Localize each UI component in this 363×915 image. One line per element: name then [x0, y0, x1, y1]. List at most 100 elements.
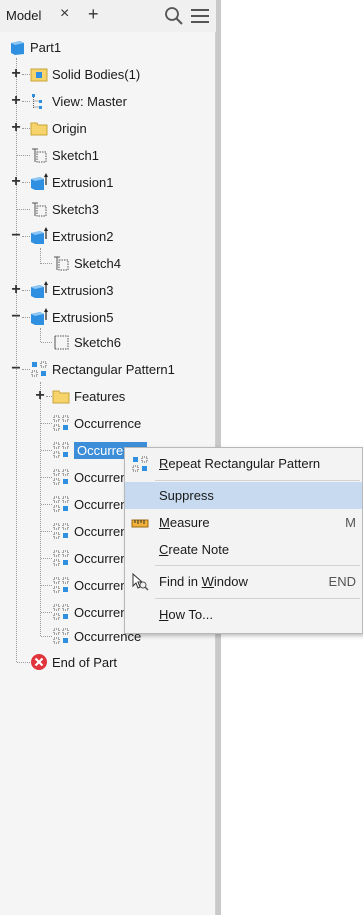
view-icon [32, 94, 42, 109]
tree-connector [41, 531, 52, 532]
tree-connector [41, 263, 52, 264]
tree-label: End of Part [52, 654, 118, 670]
pattern-icon [31, 361, 47, 377]
tree-item-sketch6[interactable]: Sketch6 [52, 329, 121, 355]
tree-label: Solid Bodies(1) [52, 66, 141, 82]
menu-item-shortcut: M [345, 515, 356, 530]
collapse-icon[interactable]: − [10, 309, 22, 325]
tree-item-end-of-part[interactable]: End of Part [30, 649, 117, 675]
tree-label: Sketch3 [52, 201, 99, 217]
tree-connector [17, 209, 30, 210]
tree-label: Extrusion5 [52, 309, 114, 325]
tree-root-part1[interactable]: Part1 [8, 34, 61, 60]
tree-connector [41, 636, 52, 637]
tree-item-extrusion2[interactable]: Extrusion2 [30, 223, 113, 249]
collapse-icon[interactable]: − [10, 361, 22, 377]
tree-connector [17, 155, 30, 156]
tree-label: Part1 [30, 39, 62, 55]
expand-icon[interactable]: + [10, 66, 22, 82]
sketch-icon [32, 148, 47, 163]
tree-label: Extrusion1 [52, 174, 114, 190]
tree-item-solid-bodies[interactable]: Solid Bodies(1) [30, 61, 140, 87]
extrusion-icon [31, 173, 48, 190]
tree-item-origin[interactable]: Origin [30, 115, 87, 141]
tree-item-extrusion1[interactable]: Extrusion1 [30, 169, 113, 195]
add-tab-icon[interactable]: + [88, 5, 99, 23]
occurrence-icon [53, 577, 69, 593]
tree-connector [22, 128, 30, 129]
expand-icon[interactable]: + [10, 120, 22, 136]
menu-item-label: Create Note [159, 542, 230, 557]
folder-icon [30, 122, 48, 136]
menu-item-find-in-window[interactable]: Find in Window END [125, 568, 362, 595]
tree-guide-line [40, 328, 41, 342]
occurrence-icon [53, 628, 69, 644]
sketch-icon [54, 256, 69, 271]
tree-label: Sketch1 [52, 147, 99, 163]
tree-label: Features [74, 388, 126, 404]
context-menu: Repeat Rectangular Pattern Suppress Meas… [124, 447, 363, 634]
tree-item-features[interactable]: Features [52, 383, 125, 409]
menu-item-create-note[interactable]: Create Note [125, 536, 362, 563]
tree-label: Sketch4 [74, 255, 121, 271]
occurrence-icon [53, 442, 69, 458]
tree-connector [17, 662, 30, 663]
menu-item-how-to[interactable]: How To... [125, 601, 362, 628]
tree-label: Origin [52, 120, 87, 136]
tree-connector [22, 182, 30, 183]
tree-connector [41, 612, 52, 613]
menu-item-shortcut: END [328, 574, 356, 589]
expand-icon[interactable]: + [34, 388, 46, 404]
occurrence-icon [53, 523, 69, 539]
occurrence-icon [53, 604, 69, 620]
tree-item-extrusion3[interactable]: Extrusion3 [30, 277, 113, 303]
expand-icon[interactable]: + [10, 93, 22, 109]
collapse-icon[interactable]: − [10, 228, 22, 244]
tree-item-sketch4[interactable]: Sketch4 [52, 250, 121, 276]
tree-connector [41, 585, 52, 586]
folder-solid-bodies-icon [30, 68, 48, 82]
tree-connector [41, 423, 52, 424]
tree-item-sketch3[interactable]: Sketch3 [30, 196, 99, 222]
occurrence-icon [53, 469, 69, 485]
menu-separator [155, 598, 360, 599]
extrusion-icon [31, 281, 48, 298]
tree-item-extrusion5[interactable]: Extrusion5 [30, 304, 113, 330]
tree-label: View: Master [52, 93, 127, 109]
extrusion-icon [31, 227, 48, 244]
menu-item-label: Find in Window [159, 574, 248, 589]
extrusion-icon [31, 308, 48, 325]
menu-item-repeat-rectangular-pattern[interactable]: Repeat Rectangular Pattern [125, 450, 362, 477]
menu-item-measure[interactable]: Measure M [125, 509, 362, 536]
tree-connector [41, 504, 52, 505]
measure-icon [131, 519, 149, 528]
folder-icon [52, 390, 70, 404]
menu-separator [155, 565, 360, 566]
search-icon[interactable] [164, 6, 184, 26]
menu-item-label: Suppress [159, 488, 214, 503]
tree-item-rectangular-pattern1[interactable]: Rectangular Pattern1 [30, 356, 175, 382]
occurrence-icon [53, 496, 69, 512]
tree-guide-line [40, 248, 41, 264]
menu-icon[interactable] [190, 7, 210, 25]
expand-icon[interactable]: + [10, 174, 22, 190]
tree-guide-line [40, 382, 41, 636]
tree-label: Extrusion3 [52, 282, 114, 298]
tree-connector [22, 317, 30, 318]
tree-item-view-master[interactable]: View: Master [30, 88, 127, 114]
menu-item-suppress[interactable]: Suppress [125, 482, 362, 509]
tree-item-sketch1[interactable]: Sketch1 [30, 142, 99, 168]
close-icon[interactable]: × [60, 6, 69, 22]
menu-separator [155, 480, 360, 481]
tree-label: Extrusion2 [52, 228, 114, 244]
tree-connector [41, 342, 52, 343]
expand-icon[interactable]: + [10, 282, 22, 298]
tree-connector [22, 290, 30, 291]
tree-item-occurrence[interactable]: Occurrence [52, 410, 141, 436]
tab-model[interactable]: Model [6, 8, 41, 23]
tree-connector [41, 477, 52, 478]
part-icon [11, 41, 24, 55]
tree-connector [41, 450, 52, 451]
occurrence-icon [53, 550, 69, 566]
menu-item-label: How To... [159, 607, 213, 622]
